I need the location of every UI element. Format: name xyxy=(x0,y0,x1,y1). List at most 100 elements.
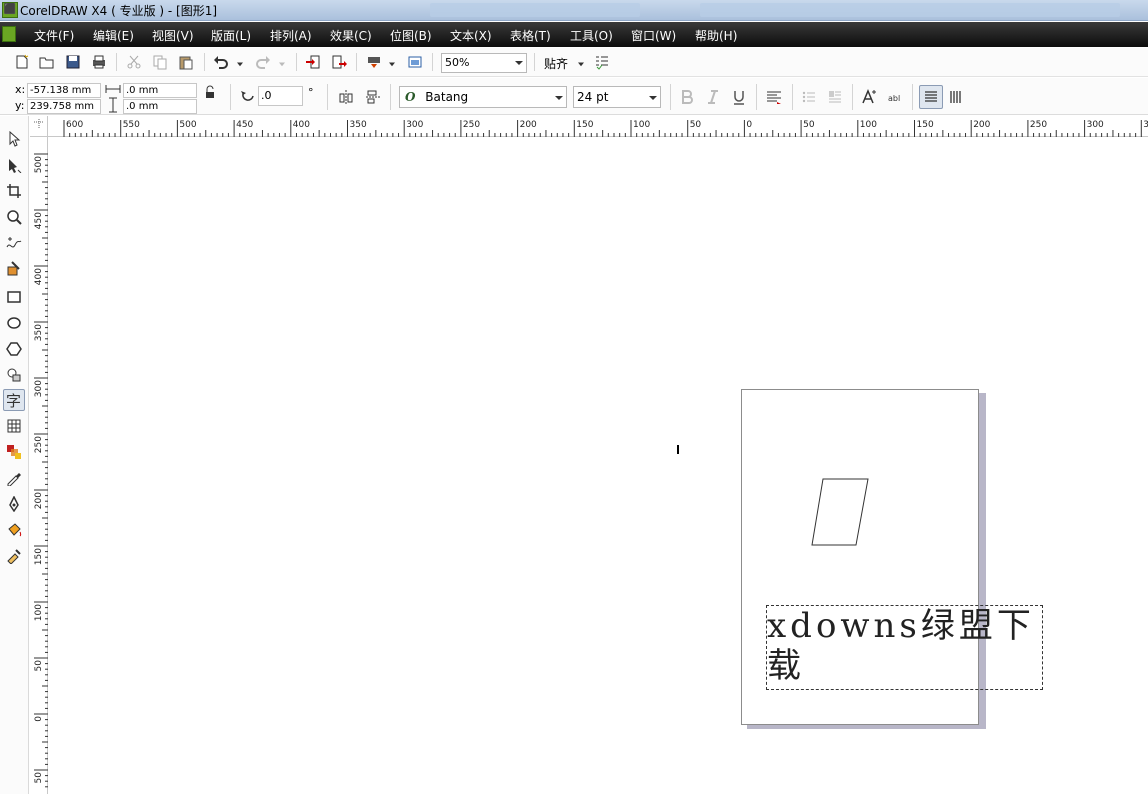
menu-tools[interactable]: 工具(O) xyxy=(570,27,613,44)
toolbar-separator xyxy=(852,84,853,110)
drawing-canvas[interactable]: xdowns绿盟下 载 xyxy=(49,138,1148,794)
bullets-icon[interactable] xyxy=(799,87,819,107)
horizontal-text-icon[interactable] xyxy=(919,85,943,109)
character-formatting-icon[interactable] xyxy=(859,87,879,107)
zoom-tool-icon[interactable] xyxy=(3,206,25,228)
menu-help[interactable]: 帮助(H) xyxy=(695,27,737,44)
shape-tool-icon[interactable] xyxy=(3,154,25,176)
y-label: y: xyxy=(15,99,25,112)
lock-ratio-icon[interactable] xyxy=(200,82,220,102)
italic-icon[interactable] xyxy=(703,87,723,107)
ellipse-tool-icon[interactable] xyxy=(3,312,25,334)
font-list-select[interactable]: O Batang xyxy=(399,86,567,108)
y-position-field[interactable]: 239.758 mm xyxy=(27,99,101,114)
interactive-fill-icon[interactable] xyxy=(3,545,25,567)
eyedropper-icon[interactable] xyxy=(3,467,25,489)
menu-view[interactable]: 视图(V) xyxy=(152,27,194,44)
font-size-select[interactable]: 24 pt xyxy=(573,86,661,108)
ruler-origin[interactable] xyxy=(30,116,48,137)
redo-icon[interactable] xyxy=(253,52,273,72)
polygon-tool-icon[interactable] xyxy=(3,338,25,360)
app-launcher-icon[interactable] xyxy=(364,52,384,72)
font-name: Batang xyxy=(425,90,469,104)
open-icon[interactable] xyxy=(37,52,57,72)
parallelogram-shape[interactable] xyxy=(809,476,871,548)
bold-icon[interactable] xyxy=(677,87,697,107)
table-tool-icon[interactable] xyxy=(3,415,25,437)
undo-icon[interactable] xyxy=(211,52,231,72)
width-field[interactable]: .0 mm xyxy=(123,83,197,98)
cut-icon[interactable] xyxy=(124,52,144,72)
toolbar-separator xyxy=(327,84,328,110)
height-field[interactable]: .0 mm xyxy=(123,99,197,114)
menu-text[interactable]: 文本(X) xyxy=(450,27,492,44)
x-position-field[interactable]: -57.138 mm xyxy=(27,83,101,98)
menu-file[interactable]: 文件(F) xyxy=(34,27,74,44)
mirror-vertical-icon[interactable] xyxy=(363,87,383,107)
toolbar-separator xyxy=(356,53,357,71)
mirror-horizontal-icon[interactable] xyxy=(336,87,356,107)
horizontal-alignment-icon[interactable] xyxy=(764,87,784,107)
edit-text-icon[interactable]: abl xyxy=(885,87,905,107)
smart-fill-icon[interactable] xyxy=(3,258,25,280)
height-icon xyxy=(104,97,122,113)
horizontal-ruler[interactable]: 600 550 500 450 400 350 300 250 200 150 100 50 0 50 10… xyxy=(48,116,1148,137)
import-icon[interactable] xyxy=(303,52,323,72)
ruler-label: 100 xyxy=(633,120,650,130)
svg-text:abl: abl xyxy=(888,94,900,103)
toolbox: 字 xyxy=(0,116,29,794)
underline-icon[interactable] xyxy=(729,87,749,107)
export-icon[interactable] xyxy=(329,52,349,72)
paste-icon[interactable] xyxy=(176,52,196,72)
rotation-field[interactable]: .0 xyxy=(258,86,303,106)
ruler-label: 350 xyxy=(350,120,367,130)
save-icon[interactable] xyxy=(63,52,83,72)
menu-edit[interactable]: 编辑(E) xyxy=(93,27,134,44)
interactive-blend-icon[interactable] xyxy=(3,441,25,463)
paragraph-text-frame[interactable]: xdowns绿盟下 载 xyxy=(766,605,1043,690)
document-menu-icon[interactable] xyxy=(2,26,16,42)
app-launcher-dropdown-icon[interactable] xyxy=(386,54,398,74)
undo-dropdown-icon[interactable] xyxy=(234,54,246,74)
menu-effects[interactable]: 效果(C) xyxy=(330,27,372,44)
outline-tool-icon[interactable] xyxy=(3,493,25,515)
vertical-text-icon[interactable] xyxy=(946,87,966,107)
ruler-label: 450 xyxy=(236,120,253,130)
rectangle-tool-icon[interactable] xyxy=(3,286,25,308)
chevron-down-icon xyxy=(649,96,657,100)
ruler-label: 400 xyxy=(293,120,310,130)
text-tool-icon[interactable]: 字 xyxy=(3,389,25,411)
drop-cap-icon[interactable] xyxy=(825,87,845,107)
snap-to-button[interactable]: 贴齐 xyxy=(544,55,568,72)
chevron-down-icon xyxy=(555,96,563,100)
ruler-label: 300 xyxy=(1087,120,1104,130)
freehand-tool-icon[interactable] xyxy=(3,232,25,254)
zoom-levels-select[interactable]: 50% xyxy=(441,53,527,73)
ruler-label: 100 xyxy=(860,120,877,130)
snap-dropdown-icon[interactable] xyxy=(575,54,587,74)
menu-bitmaps[interactable]: 位图(B) xyxy=(390,27,432,44)
copy-icon[interactable] xyxy=(150,52,170,72)
ruler-label: 600 xyxy=(66,120,83,130)
basic-shapes-icon[interactable] xyxy=(3,364,25,386)
pick-tool-icon[interactable] xyxy=(3,128,25,150)
print-icon[interactable] xyxy=(89,52,109,72)
welcome-icon[interactable] xyxy=(405,52,425,72)
window-title: CorelDRAW X4 ( 专业版 ) - [图形1] xyxy=(20,4,218,18)
menu-arrange[interactable]: 排列(A) xyxy=(270,27,312,44)
ruler-label: 400 xyxy=(34,268,44,285)
redo-dropdown-icon[interactable] xyxy=(276,54,288,74)
menu-layout[interactable]: 版面(L) xyxy=(211,27,251,44)
menu-window[interactable]: 窗口(W) xyxy=(631,27,676,44)
ruler-label: 350 xyxy=(1143,120,1148,130)
vertical-ruler[interactable]: 500 450 400 350 300 250 200 150 100 50 0 50 xyxy=(30,137,48,794)
svg-text:字: 字 xyxy=(6,392,21,408)
menu-table[interactable]: 表格(T) xyxy=(510,27,551,44)
new-icon[interactable] xyxy=(12,52,32,72)
snap-options-icon[interactable] xyxy=(592,52,612,72)
crop-tool-icon[interactable] xyxy=(3,180,25,202)
coreldraw-app-icon: ⬛ xyxy=(2,2,18,18)
toolbar-separator xyxy=(230,84,231,110)
fill-tool-icon[interactable] xyxy=(3,519,25,541)
toolbar-separator xyxy=(390,84,391,110)
